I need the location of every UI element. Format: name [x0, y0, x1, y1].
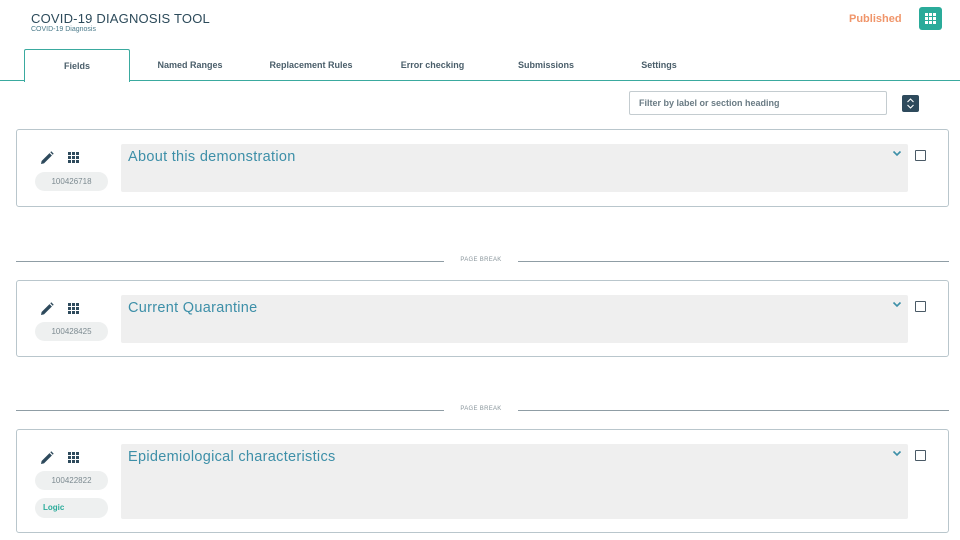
app-subtitle: COVID-19 Diagnosis: [31, 26, 96, 33]
section-id: 100422822: [35, 471, 108, 490]
divider: [16, 261, 444, 262]
section-heading-field[interactable]: Current Quarantine: [121, 295, 908, 343]
tab-replacement-rules[interactable]: Replacement Rules: [255, 49, 367, 81]
chevron-down-icon[interactable]: [892, 450, 902, 457]
tab-bar: Fields Named Ranges Replacement Rules Er…: [0, 49, 960, 82]
app-header: COVID-19 DIAGNOSIS TOOL COVID-19 Diagnos…: [0, 0, 960, 50]
page-break-label: PAGE BREAK: [460, 406, 502, 412]
drag-handle-icon[interactable]: [68, 452, 79, 463]
tab-named-ranges[interactable]: Named Ranges: [140, 49, 240, 81]
chevron-down-icon[interactable]: [892, 301, 902, 308]
section-card: 100422822 Logic Epidemiological characte…: [16, 429, 949, 533]
sort-icon: [907, 98, 914, 109]
section-heading: Current Quarantine: [128, 300, 258, 316]
tab-error-checking[interactable]: Error checking: [385, 49, 480, 81]
drag-handle-icon[interactable]: [68, 152, 79, 163]
logic-badge[interactable]: Logic: [35, 498, 108, 518]
page-break: PAGE BREAK: [16, 256, 949, 266]
section-heading: About this demonstration: [128, 149, 296, 165]
filter-input[interactable]: [629, 91, 887, 115]
section-id: 100426718: [35, 172, 108, 191]
section-checkbox[interactable]: [915, 301, 926, 312]
app-menu-button[interactable]: [919, 7, 942, 30]
status-badge: Published: [849, 13, 902, 25]
tab-submissions[interactable]: Submissions: [500, 49, 592, 81]
section-checkbox[interactable]: [915, 450, 926, 461]
section-checkbox[interactable]: [915, 150, 926, 161]
section-card: 100428425 Current Quarantine: [16, 280, 949, 357]
section-id: 100428425: [35, 322, 108, 341]
section-card: 100426718 About this demonstration: [16, 129, 949, 207]
drag-handle-icon[interactable]: [68, 303, 79, 314]
app-title: COVID-19 DIAGNOSIS TOOL: [31, 11, 210, 26]
pencil-icon[interactable]: [40, 302, 54, 316]
page-break: PAGE BREAK: [16, 405, 949, 415]
section-heading-field[interactable]: About this demonstration: [121, 144, 908, 192]
grid-icon: [925, 13, 936, 24]
section-heading: Epidemiological characteristics: [128, 449, 336, 465]
divider: [518, 410, 949, 411]
tab-settings[interactable]: Settings: [620, 49, 698, 81]
sort-button[interactable]: [902, 95, 919, 112]
pencil-icon[interactable]: [40, 151, 54, 165]
tab-fields[interactable]: Fields: [24, 49, 130, 82]
pencil-icon[interactable]: [40, 451, 54, 465]
divider: [518, 261, 949, 262]
section-heading-field[interactable]: Epidemiological characteristics: [121, 444, 908, 519]
page-break-label: PAGE BREAK: [460, 257, 502, 263]
chevron-down-icon[interactable]: [892, 150, 902, 157]
divider: [16, 410, 444, 411]
